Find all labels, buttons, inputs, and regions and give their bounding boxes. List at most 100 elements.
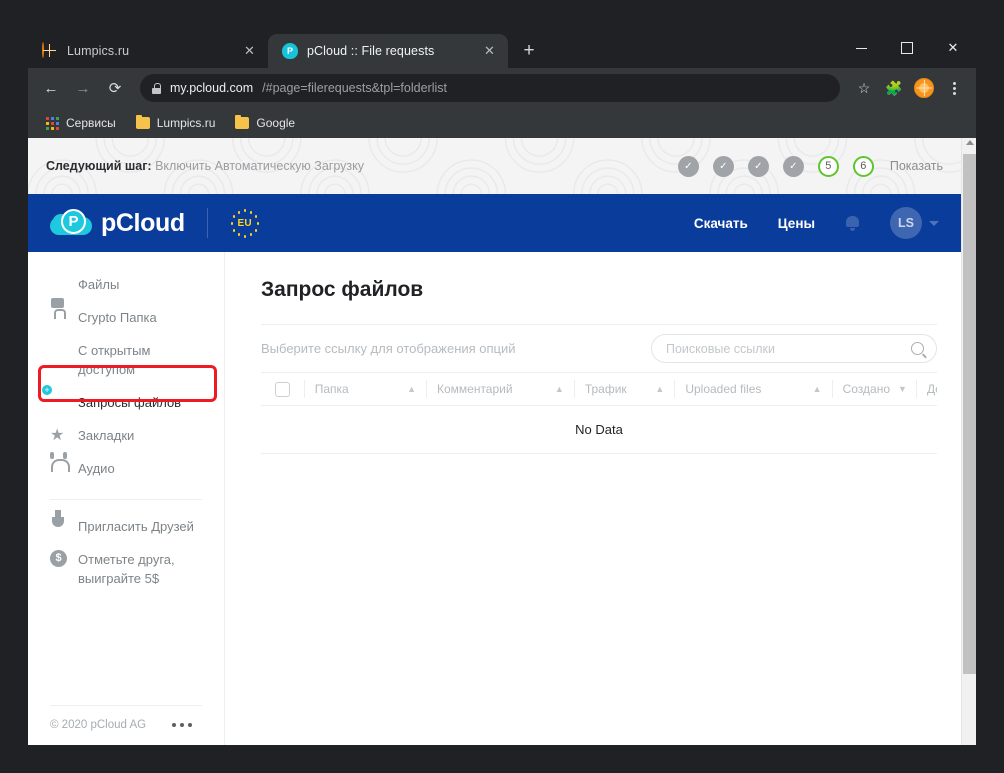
step-5[interactable]: 5 (817, 155, 839, 177)
more-dots-icon[interactable] (172, 723, 193, 727)
forward-icon[interactable]: → (68, 73, 98, 103)
column-label: Uploaded files (685, 382, 762, 396)
trophy-icon (50, 517, 67, 536)
select-all-checkbox[interactable] (261, 380, 304, 398)
sidebar-item-label: Запросы файлов (78, 395, 182, 410)
bookmark-star-icon[interactable]: ☆ (850, 74, 878, 102)
column-traffic[interactable]: Трафик ▲ (573, 380, 675, 398)
avatar: LS (890, 207, 922, 239)
close-icon[interactable]: ✕ (481, 43, 498, 60)
orange-slice-icon (42, 42, 58, 59)
step-1[interactable]: ✓ (677, 155, 699, 177)
page-scrollbar[interactable] (961, 138, 976, 745)
folder-icon (235, 115, 250, 129)
scroll-up-icon[interactable] (966, 140, 974, 145)
step-3[interactable]: ✓ (747, 155, 769, 177)
star-icon: ★ (50, 427, 65, 444)
chrome-menu-icon[interactable] (940, 74, 968, 102)
nav-download[interactable]: Скачать (694, 216, 748, 231)
selection-hint: Выберите ссылку для отображения опций (261, 341, 516, 356)
banner-message: Следующий шаг: Включить Автоматическую З… (46, 159, 364, 173)
url-path: /#page=filerequests&tpl=folderlist (262, 81, 447, 95)
sort-asc-icon: ▲ (554, 384, 564, 394)
new-tab-button[interactable]: + (514, 36, 544, 66)
column-label: Папка (314, 382, 349, 396)
sidebar-item-bookmarks[interactable]: ★ Закладки (28, 419, 224, 452)
search-links-box[interactable] (651, 334, 937, 363)
column-uploaded-files[interactable]: Uploaded files ▲ (674, 380, 831, 398)
footer-divider (50, 705, 202, 706)
header-divider (206, 208, 208, 238)
tab-strip: Lumpics.ru ✕ P pCloud :: File requests ✕… (28, 28, 976, 68)
sidebar-item-shared[interactable]: С открытым доступом (28, 334, 224, 386)
onboarding-steps: ✓ ✓ ✓ ✓ 5 6 (677, 155, 874, 177)
sidebar-item-file-requests[interactable]: Запросы файлов (28, 386, 224, 419)
bookmark-lumpics[interactable]: Lumpics.ru (128, 113, 224, 133)
page-viewport: Следующий шаг: Включить Автоматическую З… (28, 138, 976, 745)
back-icon[interactable]: ← (36, 73, 66, 103)
main-content: Запрос файлов Выберите ссылку для отобра… (225, 252, 961, 745)
address-bar[interactable]: my.pcloud.com /#page=filerequests&tpl=fo… (140, 74, 840, 102)
sidebar-item-label: Отметьте друга, выиграйте 5$ (78, 552, 175, 586)
bookmark-label: Сервисы (66, 116, 116, 130)
column-comment[interactable]: Комментарий ▲ (425, 380, 574, 398)
sidebar-footer: © 2020 pCloud AG (28, 705, 224, 745)
bookmark-label: Lumpics.ru (156, 116, 216, 130)
banner-show-link[interactable]: Показать (890, 159, 943, 173)
lock-icon (50, 308, 67, 327)
column-created[interactable]: Создано ▼ (831, 380, 916, 398)
folder-icon (135, 115, 150, 129)
toolbar-row: Выберите ссылку для отображения опций (261, 324, 937, 372)
sidebar-item-label: Аудио (78, 461, 115, 476)
nav-pricing[interactable]: Цены (778, 216, 815, 231)
app-body: Файлы Crypto Папка С открытым доступом З… (28, 252, 961, 745)
pcloud-icon: P (282, 43, 298, 59)
headphones-icon (50, 459, 67, 478)
sidebar-item-refer-friend[interactable]: $ Отметьте друга, выиграйте 5$ (28, 543, 224, 595)
bookmark-services[interactable]: Сервисы (38, 113, 124, 133)
step-2[interactable]: ✓ (712, 155, 734, 177)
file-request-icon (50, 393, 67, 412)
copyright-text: © 2020 pCloud AG (50, 719, 147, 731)
tab-pcloud[interactable]: P pCloud :: File requests ✕ (268, 34, 508, 68)
sidebar-item-label: Закладки (78, 428, 135, 443)
column-label: Трафик (584, 382, 627, 396)
column-label: Создано (842, 382, 891, 396)
header-nav: Скачать Цены LS (694, 207, 939, 239)
sidebar-item-invite-friends[interactable]: Пригласить Друзей (28, 510, 224, 543)
pcloud-logo[interactable]: P pCloud (50, 208, 185, 238)
user-menu[interactable]: LS (890, 207, 939, 239)
close-window-button[interactable]: ✕ (930, 28, 976, 68)
minimize-button[interactable] (838, 28, 884, 68)
notification-bell-icon[interactable] (845, 215, 860, 231)
step-6[interactable]: 6 (852, 155, 874, 177)
extensions-puzzle-icon[interactable]: 🧩 (880, 74, 908, 102)
maximize-button[interactable] (884, 28, 930, 68)
reload-icon[interactable]: ⟳ (100, 73, 130, 103)
logo-letter: P (68, 213, 79, 230)
table-header-row: Папка ▲ Комментарий ▲ Трафик ▲ Uploaded … (261, 372, 937, 406)
close-icon[interactable]: ✕ (241, 43, 258, 60)
bookmark-google[interactable]: Google (227, 113, 303, 133)
sidebar-item-audio[interactable]: Аудио (28, 452, 224, 485)
column-folder[interactable]: Папка ▲ (303, 380, 426, 398)
search-icon[interactable] (911, 342, 924, 355)
column-actions[interactable]: Действия (916, 380, 937, 398)
sidebar-item-crypto-folder[interactable]: Crypto Папка (28, 301, 224, 334)
search-input[interactable] (666, 341, 911, 356)
sidebar-item-label: С открытым доступом (78, 343, 151, 377)
sidebar: Файлы Crypto Папка С открытым доступом З… (28, 252, 225, 745)
scrollbar-thumb[interactable] (963, 154, 976, 674)
step-4[interactable]: ✓ (782, 155, 804, 177)
profile-avatar-icon[interactable] (910, 74, 938, 102)
sidebar-item-files[interactable]: Файлы (28, 268, 224, 301)
lock-icon (152, 82, 161, 94)
column-label: Действия (927, 382, 937, 396)
eu-label: EU (237, 217, 252, 229)
empty-state-message: No Data (261, 406, 937, 454)
sort-asc-icon: ▲ (407, 384, 416, 394)
tab-title: pCloud :: File requests (307, 44, 435, 58)
pcloud-app: Следующий шаг: Включить Автоматическую З… (28, 138, 961, 745)
tab-lumpics[interactable]: Lumpics.ru ✕ (28, 34, 268, 68)
checkbox-icon (274, 381, 290, 397)
